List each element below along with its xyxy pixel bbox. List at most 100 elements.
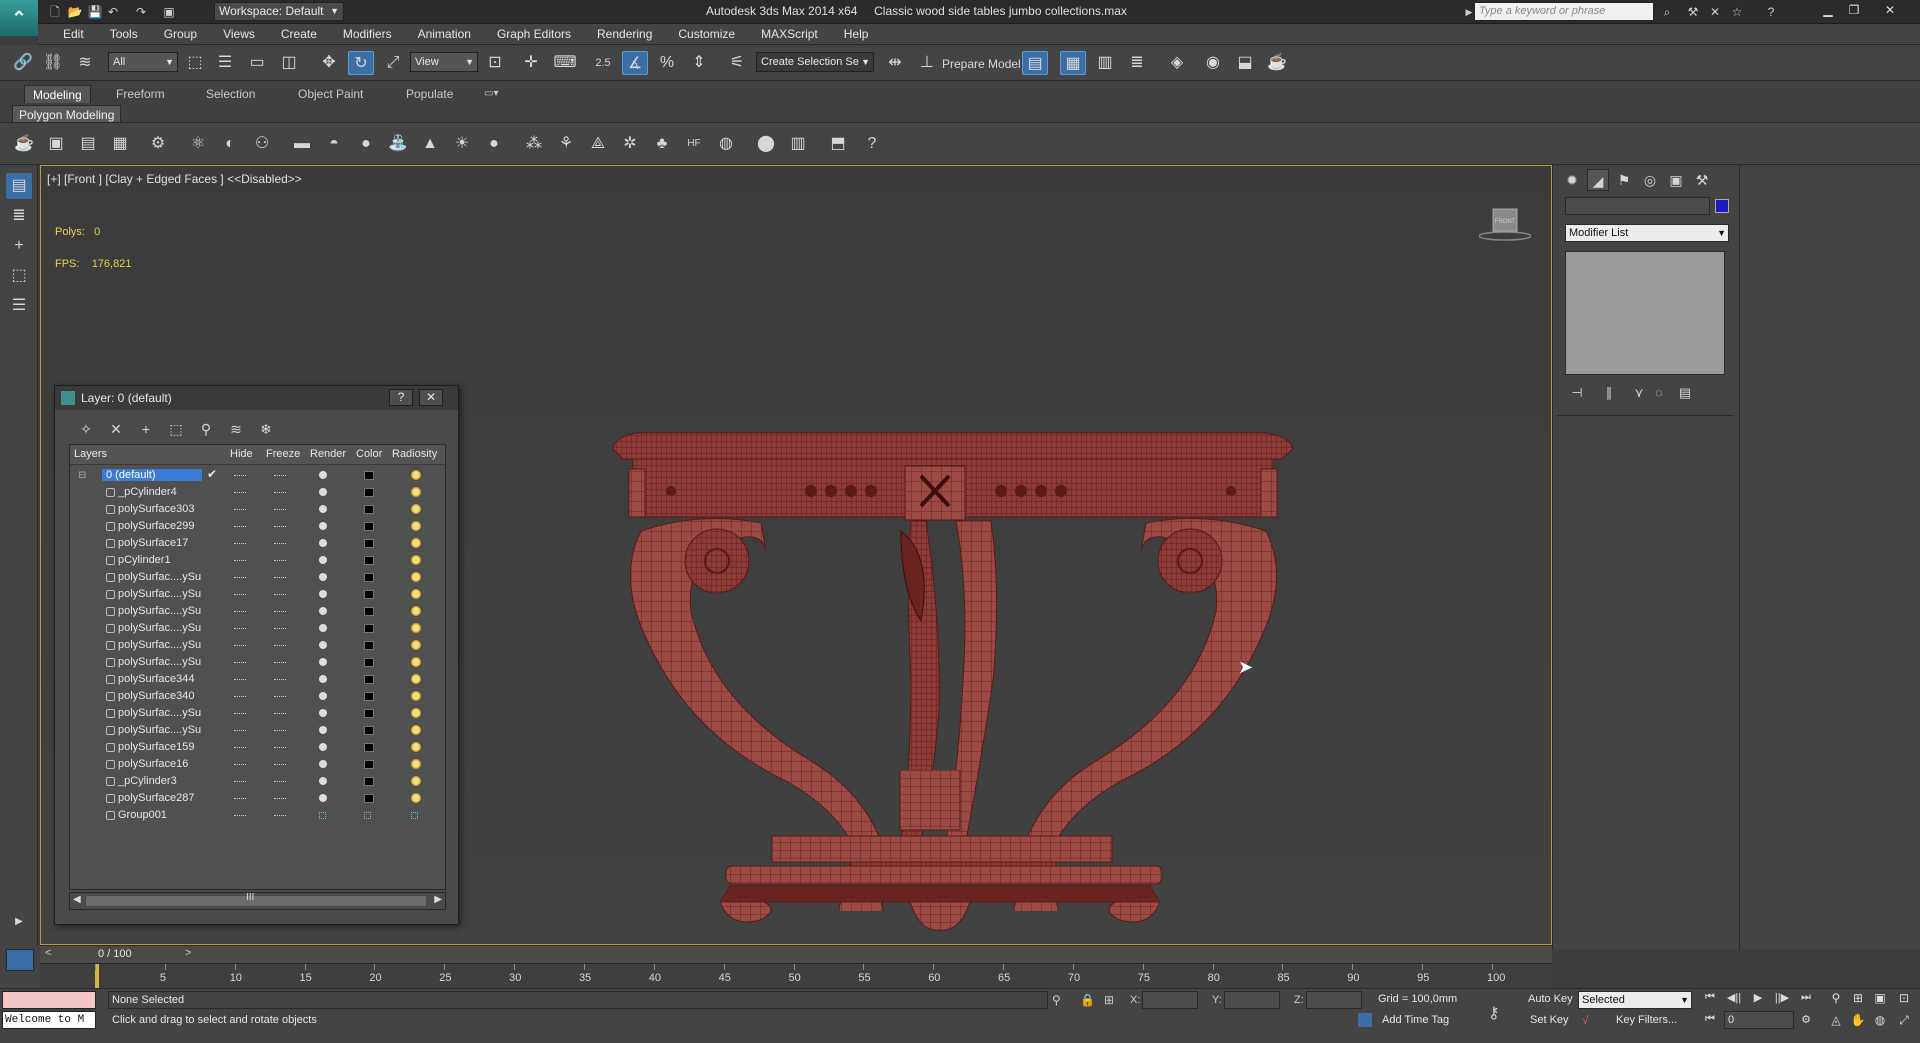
layer-object-row[interactable]: polySurfac....ySu [70, 705, 445, 722]
layer-list-scrollbar[interactable]: ◀ III ▶ [69, 892, 446, 910]
radiosity-toggle[interactable] [411, 623, 421, 633]
time-configuration-icon[interactable]: ⚙ [1796, 1013, 1816, 1031]
color-swatch[interactable] [364, 471, 374, 480]
render-toggle[interactable] [319, 743, 327, 751]
freeze-toggle[interactable] [274, 645, 286, 646]
menu-tools[interactable]: Tools [97, 24, 151, 45]
select-layer-icon[interactable]: ⚲ [195, 418, 217, 440]
layer-object-row[interactable]: polySurface340 [70, 688, 445, 705]
color-swatch[interactable] [364, 777, 374, 786]
layer-object-row[interactable]: polySurface159 [70, 739, 445, 756]
hide-toggle[interactable] [234, 730, 246, 731]
table-base-mesh[interactable] [720, 770, 1180, 940]
render-toggle[interactable] [319, 692, 327, 700]
render-toggle[interactable] [319, 607, 327, 615]
layer-object-row[interactable]: polySurfac....ySu [70, 569, 445, 586]
layer-object-row[interactable]: polySurfac....ySu [70, 654, 445, 671]
shape-icon[interactable]: ◓ [322, 133, 346, 155]
box-icon[interactable]: ▬ [290, 133, 314, 155]
crowd-icon[interactable]: ◍ [714, 133, 738, 155]
freeze-toggle[interactable] [274, 662, 286, 663]
add-time-tag-button[interactable]: Add Time Tag [1382, 1014, 1449, 1026]
color-swatch[interactable] [364, 658, 374, 667]
hide-toggle[interactable] [234, 543, 246, 544]
radiosity-toggle[interactable] [411, 725, 421, 735]
graphite-toggle-icon[interactable]: ▥ [1092, 51, 1118, 75]
active-layer-check-icon[interactable]: ✔ [207, 467, 217, 481]
render-toggle[interactable] [319, 522, 327, 530]
render-toggle[interactable] [319, 709, 327, 717]
hide-toggle[interactable] [234, 577, 246, 578]
layer-object-row[interactable]: polySurface16 [70, 756, 445, 773]
radiosity-toggle[interactable] [411, 504, 421, 514]
radiosity-toggle[interactable] [411, 657, 421, 667]
render-to-texture-icon[interactable]: ⬒ [826, 133, 850, 155]
layer-object-row[interactable]: polySurface344 [70, 671, 445, 688]
modifier-list-dropdown[interactable]: Modifier List ▼ [1565, 224, 1729, 242]
y-coordinate-field[interactable] [1224, 991, 1280, 1009]
hide-toggle[interactable] [234, 764, 246, 765]
color-swatch[interactable] [364, 505, 374, 514]
freeze-toggle[interactable] [274, 713, 286, 714]
create-tab-icon[interactable]: ✹ [1561, 169, 1583, 191]
link-icon[interactable]: 🔗 [10, 51, 36, 75]
help-search-input[interactable]: Type a keyword or phrase [1474, 2, 1654, 21]
angle-snap-icon[interactable]: ∡ [622, 51, 648, 75]
freeze-toggle[interactable] [274, 815, 286, 816]
menu-customize[interactable]: Customize [665, 24, 748, 45]
render-frame-icon[interactable]: ▣ [44, 133, 68, 155]
keyboard-shortcut-icon[interactable]: ⌨ [552, 51, 578, 75]
color-swatch[interactable] [364, 726, 374, 735]
expand-left-icon[interactable]: ▶ [6, 909, 32, 935]
select-by-name-icon[interactable]: ☰ [212, 51, 238, 75]
hide-toggle[interactable] [234, 628, 246, 629]
hide-toggle[interactable] [234, 696, 246, 697]
mini-curve-icon[interactable] [6, 949, 34, 971]
unlink-icon[interactable]: ⛓ [40, 51, 66, 75]
mini-curve-editor-toggle[interactable]: ▤ [0, 945, 62, 988]
key-filters-button[interactable]: Key Filters... [1616, 1014, 1677, 1026]
menu-create[interactable]: Create [268, 24, 330, 45]
manipulate-icon[interactable]: ✛ [518, 51, 544, 75]
add-icon[interactable]: + [6, 233, 32, 259]
hair-fur-icon[interactable]: HF [682, 133, 706, 155]
selection-filter-dropdown[interactable]: All ▼ [108, 52, 178, 72]
material-editor-icon[interactable]: ◉ [1200, 51, 1226, 75]
radiosity-toggle[interactable] [411, 572, 421, 582]
undo-icon[interactable]: ↶ [104, 3, 122, 21]
bone-icon[interactable]: ⟁ [586, 133, 610, 155]
sun-light-icon[interactable]: ☀ [450, 133, 474, 155]
track-bar[interactable]: 5 10 15 20 25 30 35 40 45 50 55 60 65 70 75 80 85 90 95 100 [40, 963, 1552, 988]
freeze-toggle[interactable] [274, 696, 286, 697]
new-file-icon[interactable]: 🗋 [46, 3, 64, 21]
key-mode-toggle-icon[interactable]: ⏮ [1700, 1013, 1720, 1031]
freeze-toggle[interactable] [274, 747, 286, 748]
render-toggle[interactable] [319, 505, 327, 513]
menu-help[interactable]: Help [831, 24, 882, 45]
key-mode-dropdown[interactable]: Selected ▼ [1578, 991, 1692, 1009]
menu-animation[interactable]: Animation [405, 24, 484, 45]
freeze-toggle[interactable] [274, 764, 286, 765]
default-tangent-icon[interactable]: √ [1582, 1013, 1589, 1027]
color-swatch[interactable] [364, 573, 374, 582]
hide-toggle[interactable] [234, 713, 246, 714]
exchange-icon[interactable]: ✕ [1706, 3, 1724, 21]
menu-rendering[interactable]: Rendering [584, 24, 665, 45]
hide-toggle[interactable] [234, 815, 246, 816]
radiosity-toggle[interactable] [411, 759, 421, 769]
layer-object-row[interactable]: Group001 [70, 807, 445, 824]
cloth-icon[interactable]: ◐ [218, 133, 242, 155]
z-coordinate-field[interactable] [1306, 991, 1362, 1009]
tab-object-paint[interactable]: Object Paint [290, 85, 371, 103]
zoom-extents-icon[interactable]: ▣ [1870, 991, 1890, 1009]
layer-object-row[interactable]: polySurface287 [70, 790, 445, 807]
layer-object-row[interactable]: polySurfac....ySu [70, 586, 445, 603]
render-toggle[interactable] [319, 573, 327, 581]
color-swatch[interactable] [364, 641, 374, 650]
color-swatch[interactable] [364, 794, 374, 803]
prev-frame-arrow-icon[interactable]: < [45, 947, 51, 959]
utilities-tab-icon[interactable]: ⚒ [1691, 169, 1713, 191]
layer-dialog-help-button[interactable]: ? [389, 389, 413, 406]
render-toggle[interactable] [319, 641, 327, 649]
object-name-field[interactable] [1565, 197, 1710, 215]
